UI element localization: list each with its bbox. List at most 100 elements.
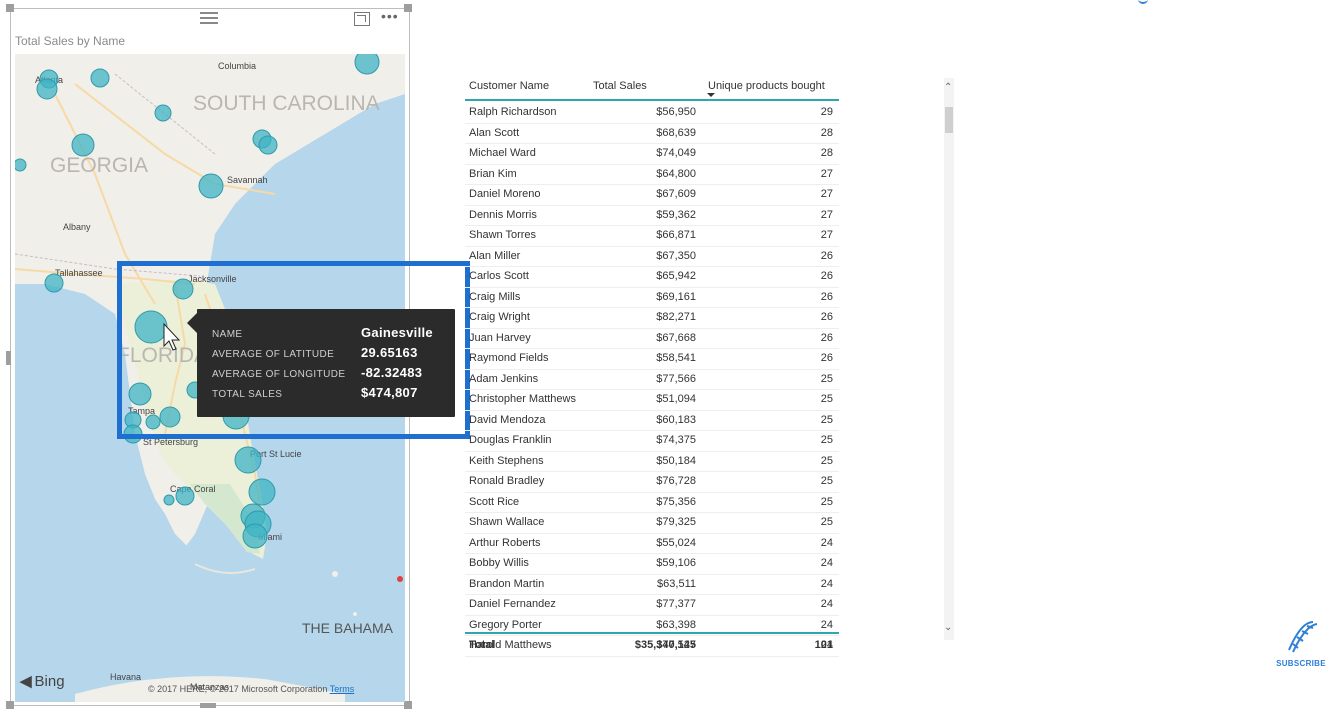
resize-handle[interactable] bbox=[6, 4, 14, 12]
visual-title: Total Sales by Name bbox=[15, 34, 126, 48]
tooltip-row: NAME Gainesville bbox=[212, 325, 442, 345]
cell-total-sales: $65,942 bbox=[656, 270, 696, 282]
cell-unique-products: 29 bbox=[820, 106, 833, 118]
column-header-customer-name[interactable]: Customer Name bbox=[469, 80, 549, 92]
table-row[interactable]: Brian Kim $64,800 27 bbox=[465, 165, 839, 185]
map-bubble[interactable] bbox=[36, 78, 58, 100]
tooltip-label: NAME bbox=[212, 329, 243, 340]
table-row[interactable]: Ronald Bradley $76,728 25 bbox=[465, 472, 839, 493]
resize-handle[interactable] bbox=[6, 351, 11, 365]
table-row[interactable]: Shawn Torres $66,871 27 bbox=[465, 226, 839, 247]
table-row[interactable]: Adam Jenkins $77,566 25 bbox=[465, 370, 839, 390]
cell-total-sales: $56,950 bbox=[656, 106, 696, 118]
table-total-row: Total $35,340,145 101 bbox=[465, 637, 839, 655]
resize-handle[interactable] bbox=[404, 4, 412, 12]
table-row[interactable]: Shawn Wallace $79,325 25 bbox=[465, 513, 839, 534]
table-row[interactable]: Alan Scott $68,639 28 bbox=[465, 124, 839, 144]
map-bubble[interactable] bbox=[198, 173, 224, 199]
tooltip-label: AVERAGE OF LONGITUDE bbox=[212, 369, 346, 380]
map-bubble[interactable] bbox=[154, 104, 172, 122]
table-row[interactable]: Michael Ward $74,049 28 bbox=[465, 144, 839, 165]
table-row[interactable]: Dennis Morris $59,362 27 bbox=[465, 206, 839, 226]
cell-customer-name: Arthur Roberts bbox=[469, 536, 541, 549]
scrollbar-thumb[interactable] bbox=[945, 107, 953, 133]
map-bubble[interactable] bbox=[71, 133, 95, 157]
drag-grip-icon[interactable] bbox=[200, 12, 218, 24]
terms-link[interactable]: Terms bbox=[330, 684, 355, 694]
resize-handle[interactable] bbox=[404, 701, 412, 709]
map-bubble[interactable] bbox=[163, 494, 175, 506]
table-row[interactable]: Arthur Roberts $55,024 24 bbox=[465, 534, 839, 554]
map-label-georgia: GEORGIA bbox=[50, 154, 148, 177]
cell-customer-name: Ronald Bradley bbox=[469, 475, 545, 487]
map-tooltip: NAME Gainesville AVERAGE OF LATITUDE 29.… bbox=[187, 309, 455, 417]
table-row[interactable]: Christopher Matthews $51,094 25 bbox=[465, 390, 839, 411]
column-header-unique-products[interactable]: Unique products bought bbox=[708, 80, 825, 92]
cell-unique-products: 24 bbox=[820, 577, 833, 590]
map-bubble[interactable] bbox=[242, 523, 268, 549]
cell-unique-products: 24 bbox=[820, 618, 833, 631]
city-label: Savannah bbox=[227, 175, 268, 185]
table-row[interactable]: Douglas Franklin $74,375 25 bbox=[465, 431, 839, 452]
map-bubble[interactable] bbox=[248, 478, 276, 506]
cell-total-sales: $77,566 bbox=[656, 372, 696, 385]
cell-total-sales: $50,184 bbox=[656, 454, 696, 467]
cell-total-sales: $66,871 bbox=[656, 229, 696, 241]
cell-total-sales: $69,161 bbox=[656, 290, 696, 303]
table-row[interactable]: Brandon Martin $63,511 24 bbox=[465, 575, 839, 595]
table-row[interactable]: Craig Wright $82,271 26 bbox=[465, 308, 839, 329]
map-bubble[interactable] bbox=[354, 54, 380, 75]
table-row[interactable]: Alan Miller $67,350 26 bbox=[465, 247, 839, 267]
table-scrollbar[interactable] bbox=[944, 78, 954, 640]
table-row[interactable]: Bobby Willis $59,106 24 bbox=[465, 554, 839, 575]
map-bubble[interactable] bbox=[15, 158, 27, 172]
cell-total-sales: $63,398 bbox=[656, 618, 696, 631]
map-bubble[interactable] bbox=[234, 446, 262, 474]
table-row[interactable]: Daniel Fernandez $77,377 24 bbox=[465, 595, 839, 616]
table-row[interactable]: Craig Mills $69,161 26 bbox=[465, 288, 839, 308]
table-row[interactable]: Ralph Richardson $56,950 29 bbox=[465, 103, 839, 124]
table-row[interactable]: Juan Harvey $67,668 26 bbox=[465, 329, 839, 349]
cell-total-sales: $59,362 bbox=[656, 208, 696, 221]
map-bubble[interactable] bbox=[258, 135, 278, 155]
resize-handle[interactable] bbox=[6, 701, 14, 709]
map-bubble[interactable] bbox=[90, 68, 110, 88]
map-bubble[interactable] bbox=[44, 273, 64, 293]
cell-customer-name: Daniel Fernandez bbox=[469, 598, 556, 610]
table-row[interactable]: Daniel Moreno $67,609 27 bbox=[465, 185, 839, 206]
table-row[interactable]: Carlos Scott $65,942 26 bbox=[465, 267, 839, 288]
cell-unique-products: 25 bbox=[820, 434, 833, 446]
tooltip-value: $474,807 bbox=[361, 385, 418, 400]
map-copyright: © 2017 HERE, © 2017 Microsoft Corporatio… bbox=[148, 684, 355, 694]
cell-customer-name: Christopher Matthews bbox=[469, 393, 576, 405]
subscribe-button[interactable]: SUBSCRIBE bbox=[1270, 618, 1332, 668]
scroll-down-icon[interactable]: ⌄ bbox=[944, 622, 952, 633]
cell-customer-name: Raymond Fields bbox=[469, 352, 549, 364]
city-label: Columbia bbox=[218, 61, 256, 71]
cell-customer-name: Shawn Wallace bbox=[469, 516, 545, 528]
table-row[interactable]: Keith Stephens $50,184 25 bbox=[465, 452, 839, 472]
scroll-up-icon[interactable]: ⌃ bbox=[944, 82, 952, 93]
table-body: Ralph Richardson $56,950 29 Alan Scott $68,6… bbox=[465, 103, 839, 657]
subscribe-label: SUBSCRIBE bbox=[1276, 659, 1326, 668]
tooltip-value: 29.65163 bbox=[361, 345, 418, 360]
city-label: Havana bbox=[110, 672, 141, 682]
cell-total-sales: $79,325 bbox=[656, 516, 696, 528]
tooltip-row: AVERAGE OF LATITUDE 29.65163 bbox=[212, 345, 442, 365]
resize-handle[interactable] bbox=[200, 703, 216, 708]
map-bubble[interactable] bbox=[175, 486, 195, 506]
cell-unique-products: 24 bbox=[820, 557, 833, 569]
table-row[interactable]: Raymond Fields $58,541 26 bbox=[465, 349, 839, 370]
cell-customer-name: Bobby Willis bbox=[469, 557, 529, 569]
table-row[interactable]: Scott Rice $75,356 25 bbox=[465, 493, 839, 513]
cell-customer-name: Scott Rice bbox=[469, 495, 520, 508]
more-options-icon[interactable]: ••• bbox=[381, 8, 399, 24]
cell-customer-name: Craig Mills bbox=[469, 290, 521, 303]
cell-customer-name: Adam Jenkins bbox=[469, 372, 539, 385]
focus-mode-icon[interactable] bbox=[354, 12, 370, 26]
column-header-total-sales[interactable]: Total Sales bbox=[593, 80, 647, 92]
table-row[interactable]: David Mendoza $60,183 25 bbox=[465, 411, 839, 431]
sort-descending-icon[interactable] bbox=[707, 93, 715, 97]
cell-customer-name: Gregory Porter bbox=[469, 618, 542, 631]
cell-customer-name: Keith Stephens bbox=[469, 454, 544, 467]
